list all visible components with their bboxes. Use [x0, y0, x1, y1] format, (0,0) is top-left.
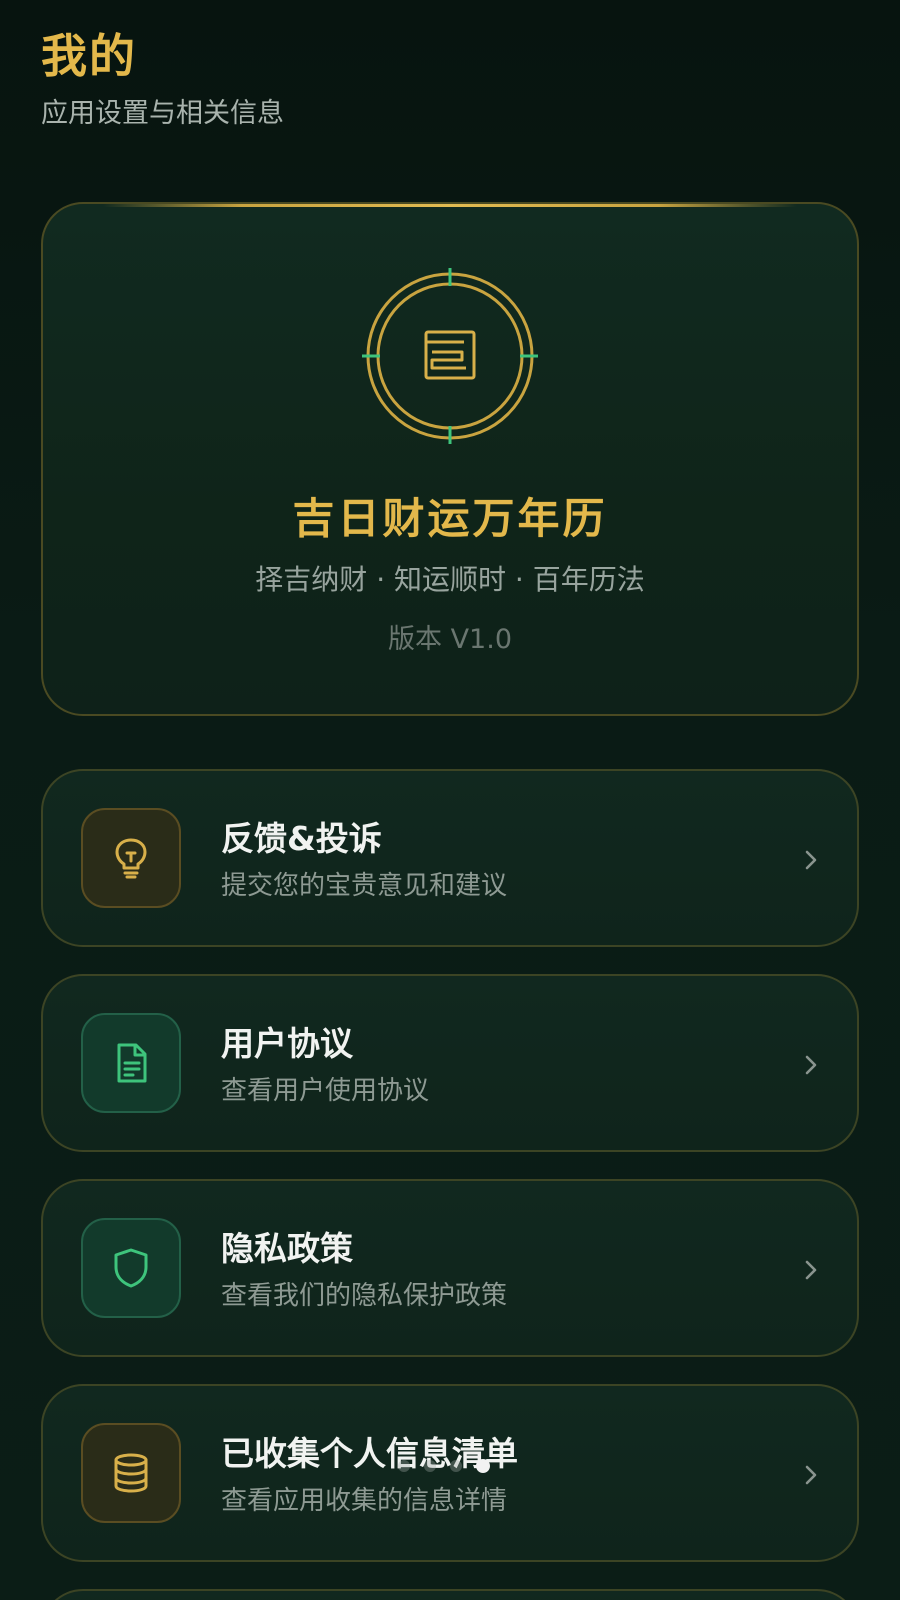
- page-indicator-dot-active[interactable]: [476, 1459, 490, 1473]
- chevron-right-icon: [805, 850, 817, 870]
- menu-item-title: 隐私政策: [221, 1229, 353, 1268]
- document-icon: [117, 1043, 147, 1083]
- profile-page: 我的 应用设置与相关信息 吉日财运万年历 择吉纳财 · 知运顺时 · 百年历法 …: [0, 0, 900, 1600]
- app-info-card: 吉日财运万年历 择吉纳财 · 知运顺时 · 百年历法 版本 V1.0: [41, 202, 859, 716]
- menu-item-feedback[interactable]: 反馈&投诉 提交您的宝贵意见和建议: [41, 769, 859, 947]
- menu-icon-container: [81, 808, 181, 908]
- page-indicator-dot[interactable]: [450, 1460, 462, 1472]
- menu-icon-container: [81, 1013, 181, 1113]
- page-title: 我的: [41, 29, 137, 83]
- menu-item-next[interactable]: [41, 1589, 859, 1600]
- menu-item-description: 查看我们的隐私保护政策: [221, 1281, 508, 1311]
- calendar-seal-icon: [362, 268, 538, 444]
- page-indicator-dot[interactable]: [398, 1460, 410, 1472]
- app-version: 版本 V1.0: [388, 624, 512, 655]
- menu-item-description: 查看应用收集的信息详情: [221, 1486, 508, 1516]
- page-indicator: [398, 1459, 490, 1473]
- settings-menu: 反馈&投诉 提交您的宝贵意见和建议 用户协议 查看用户使用协议 隐私政策 查看我…: [41, 769, 859, 1600]
- page-subtitle: 应用设置与相关信息: [41, 98, 284, 129]
- menu-item-collected-info[interactable]: 已收集个人信息清单 查看应用收集的信息详情: [41, 1384, 859, 1562]
- menu-item-description: 提交您的宝贵意见和建议: [221, 871, 508, 901]
- chevron-right-icon: [805, 1465, 817, 1485]
- page-indicator-dot[interactable]: [424, 1460, 436, 1472]
- menu-item-user-agreement[interactable]: 用户协议 查看用户使用协议: [41, 974, 859, 1152]
- chevron-right-icon: [805, 1055, 817, 1075]
- menu-item-privacy-policy[interactable]: 隐私政策 查看我们的隐私保护政策: [41, 1179, 859, 1357]
- menu-item-description: 查看用户使用协议: [221, 1076, 430, 1106]
- menu-item-title: 用户协议: [221, 1024, 353, 1063]
- menu-item-title: 反馈&投诉: [221, 819, 382, 858]
- app-name: 吉日财运万年历: [292, 494, 608, 543]
- app-slogan: 择吉纳财 · 知运顺时 · 百年历法: [255, 563, 645, 596]
- menu-icon-container: [81, 1423, 181, 1523]
- chevron-right-icon: [805, 1260, 817, 1280]
- database-icon: [114, 1453, 148, 1493]
- shield-icon: [114, 1248, 148, 1288]
- header: 我的 应用设置与相关信息: [41, 0, 859, 132]
- menu-icon-container: [81, 1218, 181, 1318]
- lightbulb-icon: [115, 838, 147, 879]
